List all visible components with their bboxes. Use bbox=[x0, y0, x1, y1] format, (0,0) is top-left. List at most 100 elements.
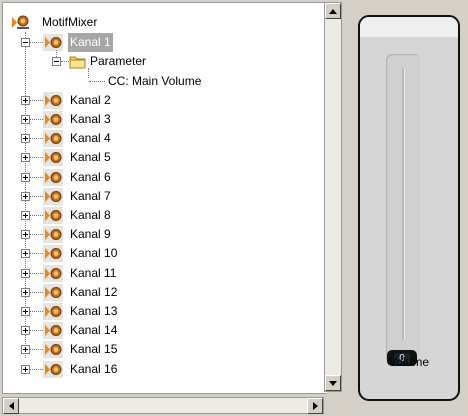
channel-icon bbox=[43, 207, 63, 224]
channel-icon bbox=[43, 149, 63, 167]
tree-item-label: Kanal 16 bbox=[70, 361, 118, 376]
tree-item-label: Kanal 9 bbox=[70, 227, 111, 242]
expand-icon[interactable] bbox=[21, 95, 30, 105]
midi-plug-icon bbox=[45, 306, 62, 317]
expand-icon[interactable] bbox=[21, 249, 30, 259]
tree-item-label: Kanal 12 bbox=[70, 284, 118, 299]
expand-icon[interactable] bbox=[21, 172, 30, 182]
channel-icon bbox=[43, 360, 63, 378]
tree-item-kanal-10[interactable]: Kanal 10 bbox=[3, 244, 323, 263]
tree-connector bbox=[61, 61, 69, 63]
tree-item-label: Kanal 13 bbox=[70, 304, 118, 318]
tree-item-kanal-13[interactable]: Kanal 13 bbox=[3, 302, 323, 321]
expand-icon[interactable] bbox=[21, 268, 30, 278]
scroll-right-button[interactable] bbox=[307, 398, 323, 414]
tree-connector bbox=[30, 234, 43, 236]
expand-icon[interactable] bbox=[21, 115, 30, 124]
tree-item-kanal-14[interactable]: Kanal 14 bbox=[3, 321, 323, 340]
midi-plug-icon bbox=[45, 152, 62, 164]
expand-icon[interactable] bbox=[21, 307, 30, 316]
volume-label: Volume bbox=[388, 355, 430, 369]
midi-plug-icon bbox=[45, 325, 62, 337]
tree-item-kanal-15[interactable]: Kanal 15 bbox=[3, 340, 323, 359]
tree-item-kanal-11[interactable]: Kanal 11 bbox=[3, 264, 323, 283]
tree-item-kanal-7[interactable]: Kanal 7 bbox=[3, 187, 323, 206]
horizontal-scrollbar[interactable] bbox=[2, 397, 324, 414]
scroll-down-button[interactable] bbox=[325, 375, 341, 391]
tree-connector bbox=[30, 99, 43, 102]
channel-icon bbox=[43, 322, 63, 340]
expand-icon[interactable] bbox=[21, 153, 30, 163]
midi-plug-icon bbox=[45, 363, 62, 375]
channel-icon bbox=[43, 283, 63, 301]
tree-item-label: Kanal 8 bbox=[70, 208, 111, 222]
midi-plug-icon bbox=[45, 344, 62, 356]
channel-icon bbox=[43, 168, 63, 186]
tree-item-label: Kanal 1 bbox=[68, 33, 113, 53]
tree-connector bbox=[30, 368, 43, 371]
tree-item-cc-main-volume[interactable]: CC: Main Volume bbox=[3, 72, 323, 91]
arrow-down-icon bbox=[329, 380, 337, 386]
expand-icon[interactable] bbox=[21, 345, 30, 355]
tree-connector bbox=[30, 157, 43, 159]
collapse-icon[interactable] bbox=[52, 57, 61, 67]
arrow-left-icon bbox=[8, 402, 14, 410]
vertical-scrollbar[interactable] bbox=[324, 2, 342, 392]
scroll-up-button[interactable] bbox=[325, 3, 341, 19]
tree-item-kanal-5[interactable]: Kanal 5 bbox=[3, 148, 323, 167]
tree-item-kanal-1[interactable]: Kanal 1 bbox=[3, 33, 323, 53]
tree-connector bbox=[30, 253, 43, 255]
midi-plug-icon bbox=[45, 229, 62, 241]
tree-item-label: Kanal 7 bbox=[70, 188, 111, 203]
tree-item-kanal-12[interactable]: Kanal 12 bbox=[3, 283, 323, 302]
tree-item-kanal-8[interactable]: Kanal 8 bbox=[3, 206, 323, 225]
tree-connector bbox=[30, 195, 43, 198]
expand-icon[interactable] bbox=[21, 287, 30, 297]
arrow-up-icon bbox=[329, 8, 337, 14]
channel-icon bbox=[43, 264, 63, 282]
scroll-left-button[interactable] bbox=[3, 398, 19, 414]
tree-item-kanal-6[interactable]: Kanal 6 bbox=[3, 168, 323, 187]
tree-item-label: Kanal 5 bbox=[70, 150, 111, 165]
tree-connector bbox=[30, 215, 43, 217]
expand-icon[interactable] bbox=[21, 364, 30, 374]
tree-connector bbox=[30, 42, 43, 44]
tree-connector bbox=[30, 349, 43, 351]
tree-item-kanal-2[interactable]: Kanal 2 bbox=[3, 91, 323, 110]
channel-icon bbox=[43, 226, 63, 244]
tree-item-label: Kanal 14 bbox=[70, 323, 118, 338]
channel-icon bbox=[43, 187, 63, 205]
expand-icon[interactable] bbox=[21, 326, 30, 336]
expand-icon[interactable] bbox=[21, 230, 30, 240]
expand-icon[interactable] bbox=[21, 191, 30, 201]
scrollbar-corner bbox=[324, 397, 342, 414]
midi-plug-icon bbox=[12, 15, 29, 29]
channel-icon bbox=[43, 111, 63, 128]
midi-plug-icon bbox=[45, 94, 62, 106]
tree-root-label: MotifMixer bbox=[42, 15, 98, 29]
tree-item-kanal-16[interactable]: Kanal 16 bbox=[3, 360, 323, 379]
tree-item-kanal-9[interactable]: Kanal 9 bbox=[3, 225, 323, 244]
tree-item-label: CC: Main Volume bbox=[108, 73, 202, 88]
volume-panel-header bbox=[360, 17, 458, 37]
tree-item-label: Kanal 6 bbox=[70, 169, 111, 184]
tree-item-label: Kanal 2 bbox=[70, 92, 111, 107]
tree-connector bbox=[89, 80, 105, 83]
midi-plug-icon bbox=[45, 190, 62, 202]
tree-item-kanal-4[interactable]: Kanal 4 bbox=[3, 129, 323, 148]
tree-view[interactable]: MotifMixer Kanal 1 Parameter CC: Main Volum… bbox=[2, 2, 327, 394]
tree-item-label: Kanal 11 bbox=[70, 265, 117, 280]
arrow-right-icon bbox=[312, 402, 318, 410]
expand-icon[interactable] bbox=[21, 134, 30, 144]
tree-item-kanal-3[interactable]: Kanal 3 bbox=[3, 110, 323, 129]
collapse-icon[interactable] bbox=[21, 38, 30, 48]
tree-connector bbox=[30, 330, 43, 332]
expand-icon[interactable] bbox=[21, 211, 30, 220]
midi-plug-icon bbox=[45, 37, 62, 49]
midi-plug-icon bbox=[45, 171, 62, 183]
tree-item-label: Kanal 4 bbox=[70, 131, 111, 146]
tree-item-parameter[interactable]: Parameter bbox=[3, 52, 323, 71]
volume-fader[interactable]: 0 bbox=[386, 54, 420, 366]
channel-icon bbox=[43, 303, 63, 320]
tree-connector bbox=[30, 291, 43, 294]
